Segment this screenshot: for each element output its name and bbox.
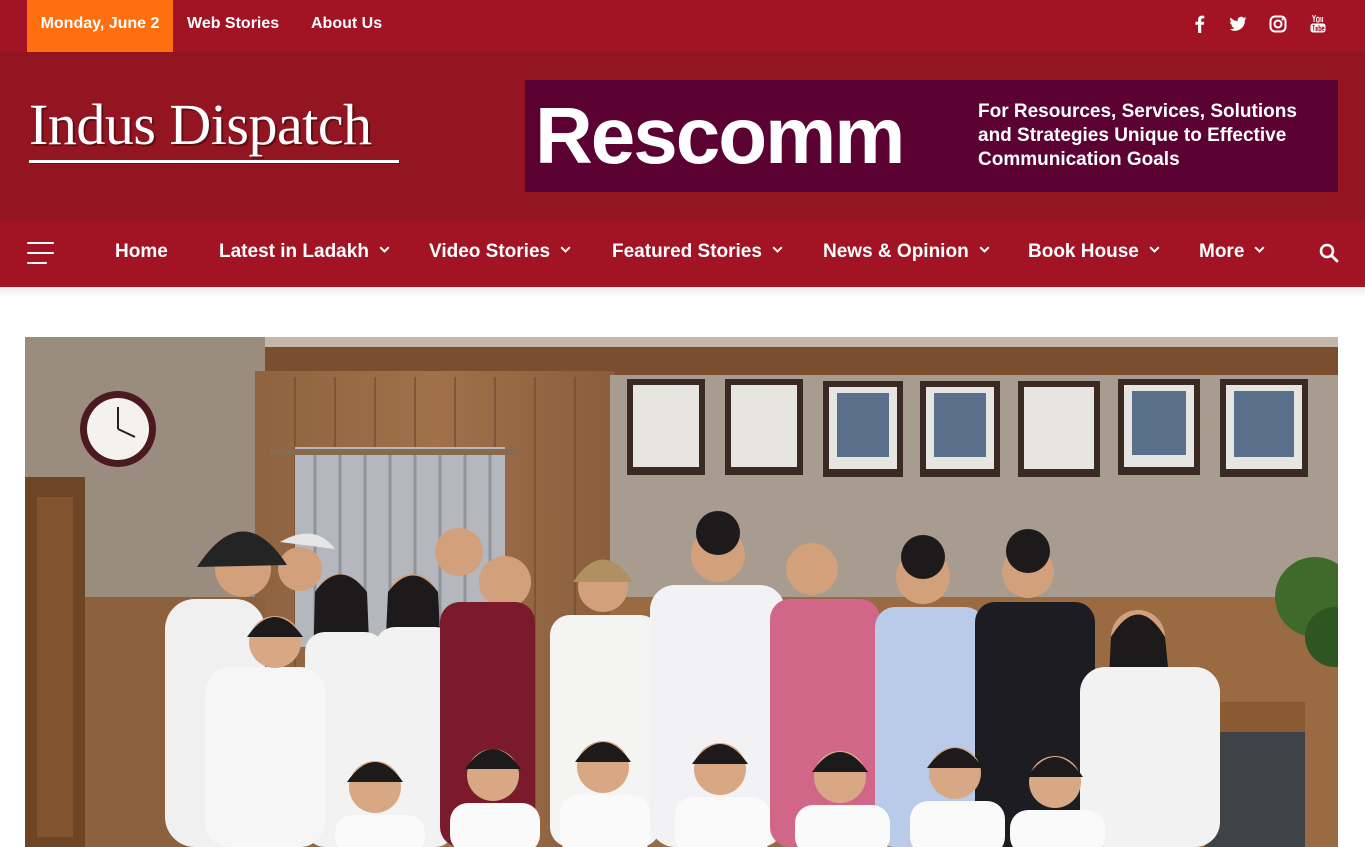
top-bar: Monday, June 2 Web Stories About Us xyxy=(0,0,1365,52)
main-nav: Home Latest in Ladakh Video Stories Feat… xyxy=(0,219,1365,287)
advertisement-banner[interactable]: Rescomm For Resources, Services, Solutio… xyxy=(525,80,1338,192)
nav-label: Latest in Ladakh xyxy=(219,241,369,262)
chevron-down-icon xyxy=(379,246,390,254)
nav-item-video-stories[interactable]: Video Stories xyxy=(429,219,571,287)
web-stories-link[interactable]: Web Stories xyxy=(187,0,279,48)
ad-brand: Rescomm xyxy=(535,91,905,180)
nav-item-book-house[interactable]: Book House xyxy=(1028,219,1160,287)
hamburger-menu-icon[interactable] xyxy=(27,242,54,264)
youtube-icon[interactable] xyxy=(1308,14,1328,34)
nav-label: Featured Stories xyxy=(612,241,762,262)
nav-label: Book House xyxy=(1028,241,1139,262)
nav-item-latest-in-ladakh[interactable]: Latest in Ladakh xyxy=(219,219,390,287)
site-header: Indus Dispatch Rescomm For Resources, Se… xyxy=(0,52,1365,219)
search-icon[interactable] xyxy=(1319,243,1339,263)
chevron-down-icon xyxy=(1254,246,1265,254)
nav-shadow xyxy=(0,287,1365,297)
nav-label: More xyxy=(1199,241,1245,262)
nav-label: News & Opinion xyxy=(823,241,969,262)
chevron-down-icon xyxy=(772,246,783,254)
date-badge: Monday, June 2 xyxy=(27,0,173,52)
instagram-icon[interactable] xyxy=(1268,14,1288,34)
featured-article-image[interactable] xyxy=(25,337,1338,847)
nav-item-news-opinion[interactable]: News & Opinion xyxy=(823,219,990,287)
ad-tagline: For Resources, Services, Solutions and S… xyxy=(978,101,1297,170)
facebook-icon[interactable] xyxy=(1190,14,1210,34)
twitter-icon[interactable] xyxy=(1228,14,1248,34)
nav-item-featured-stories[interactable]: Featured Stories xyxy=(612,219,783,287)
chevron-down-icon xyxy=(979,246,990,254)
logo-underline xyxy=(29,160,399,163)
about-us-link[interactable]: About Us xyxy=(311,0,382,48)
chevron-down-icon xyxy=(1149,246,1160,254)
site-logo[interactable]: Indus Dispatch xyxy=(29,96,372,154)
nav-item-home[interactable]: Home xyxy=(115,219,168,287)
group-photo xyxy=(25,337,1338,847)
nav-item-more[interactable]: More xyxy=(1199,219,1265,287)
nav-label: Home xyxy=(115,241,168,262)
nav-label: Video Stories xyxy=(429,241,551,262)
chevron-down-icon xyxy=(560,246,571,254)
